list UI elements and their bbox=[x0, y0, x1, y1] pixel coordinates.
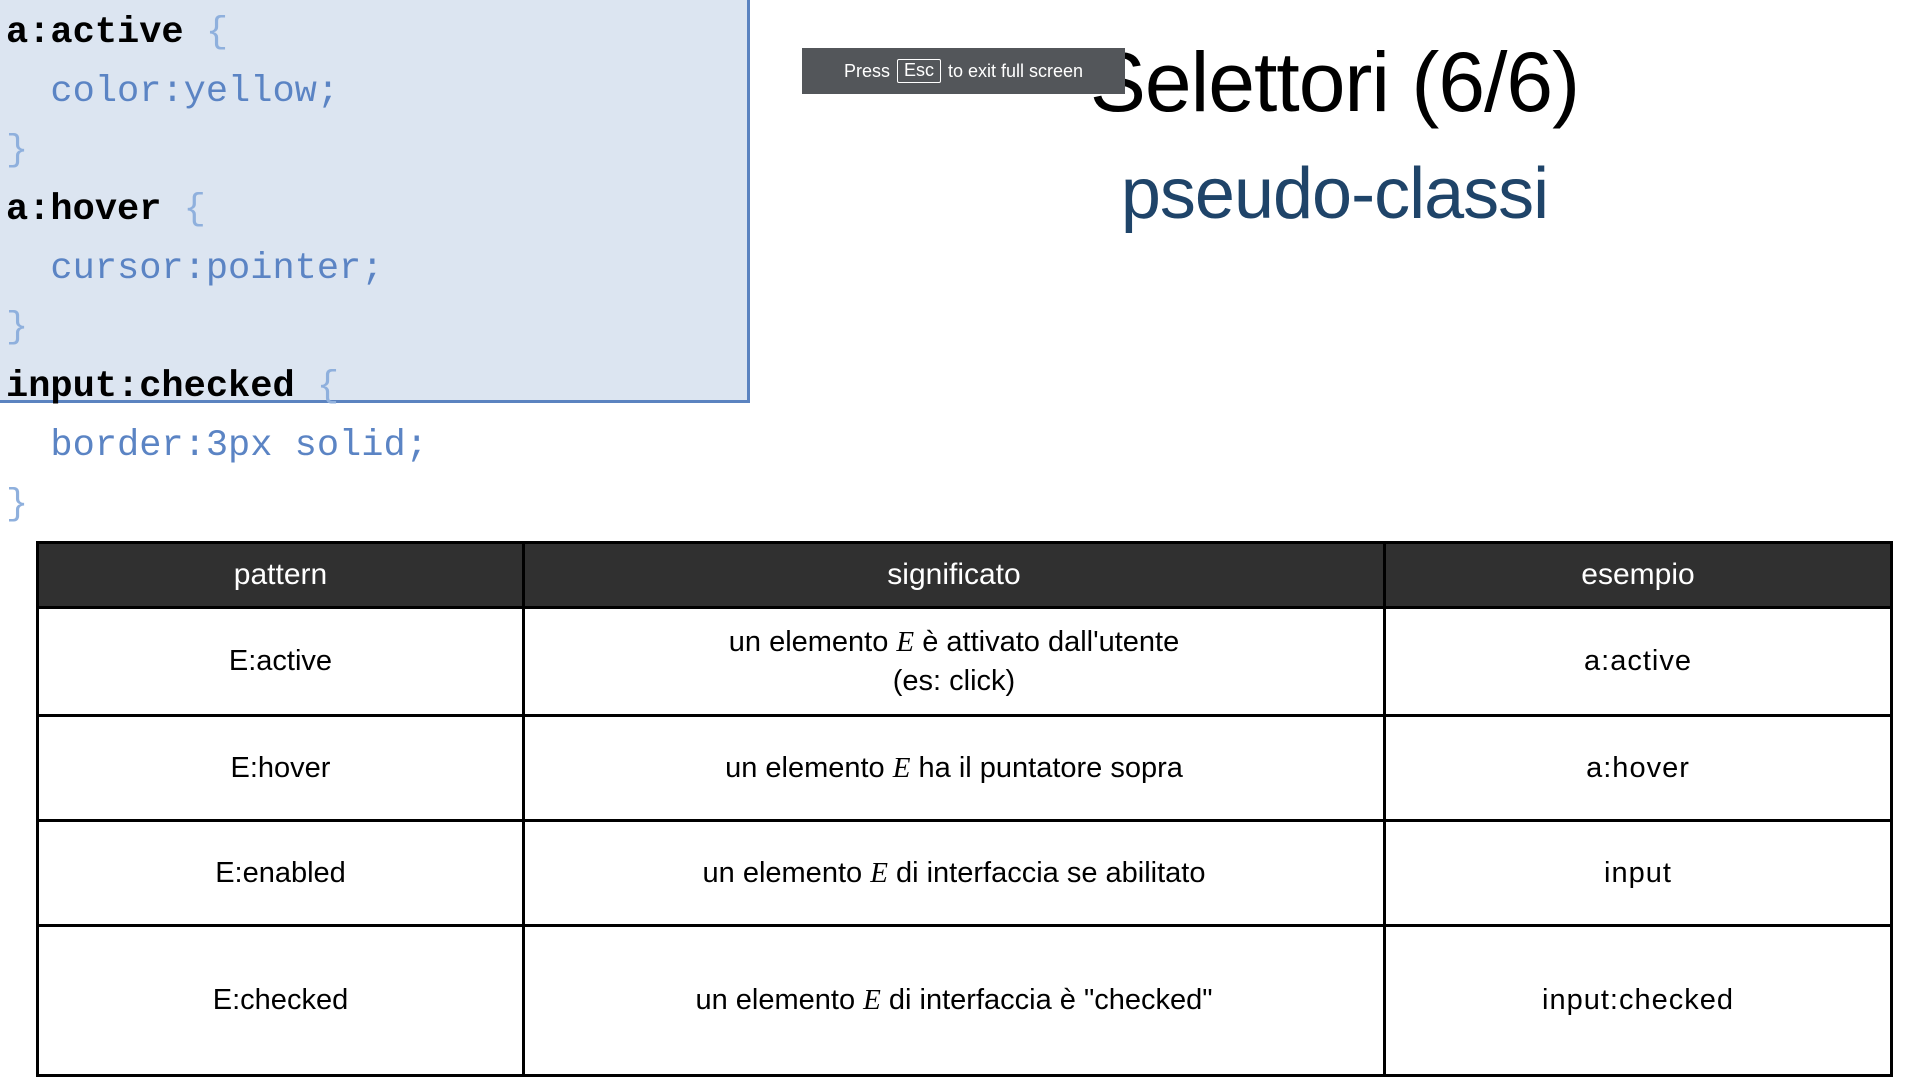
code-selector-hover: a:hover bbox=[6, 189, 162, 231]
column-header-esempio: esempio bbox=[1383, 541, 1893, 609]
table-row: E:checked un elemento E di interfaccia è… bbox=[36, 924, 1893, 1077]
significato-element-symbol: E bbox=[870, 856, 888, 889]
code-selector-active: a:active bbox=[6, 12, 184, 54]
code-brace-close-3: } bbox=[6, 484, 29, 526]
cell-esempio: a:hover bbox=[1383, 714, 1893, 822]
code-brace-open-2: { bbox=[183, 189, 206, 231]
table-row: E:active un elemento E è attivato dall'u… bbox=[36, 606, 1893, 717]
cell-significato: un elemento E di interfaccia se abilitat… bbox=[522, 819, 1386, 927]
fullscreen-hint-suffix: to exit full screen bbox=[947, 60, 1084, 81]
cell-significato: un elemento E è attivato dall'utente (es:… bbox=[522, 606, 1386, 717]
significato-post: è attivato dall'utente bbox=[914, 625, 1180, 658]
fullscreen-exit-hint: Press Esc to exit full screen bbox=[802, 48, 1125, 94]
code-property-border: border:3px solid; bbox=[50, 425, 428, 467]
significato-pre: un elemento bbox=[702, 856, 871, 889]
cell-esempio: input:checked bbox=[1383, 924, 1893, 1077]
cell-pattern: E:checked bbox=[36, 924, 525, 1077]
significato-post: di interfaccia è "checked" bbox=[880, 984, 1213, 1016]
code-brace-open-1: { bbox=[205, 12, 229, 54]
column-header-pattern: pattern bbox=[36, 541, 525, 609]
code-brace-close-2: } bbox=[6, 307, 29, 349]
table-header-row: pattern significato esempio bbox=[36, 541, 1893, 609]
cell-pattern: E:hover bbox=[36, 714, 525, 822]
cell-significato: un elemento E di interfaccia è "checked" bbox=[522, 924, 1386, 1077]
code-brace-close-1: } bbox=[6, 130, 29, 172]
code-property-color-yellow: color:yellow; bbox=[50, 71, 340, 113]
code-property-cursor-pointer: cursor:pointer; bbox=[50, 248, 384, 290]
code-brace-open-3: { bbox=[316, 366, 340, 408]
significato-pre: un elemento bbox=[725, 751, 893, 784]
significato-pre: un elemento bbox=[695, 984, 864, 1016]
significato-post: ha il puntatore sopra bbox=[910, 751, 1183, 784]
significato-second-line: (es: click) bbox=[892, 664, 1016, 697]
code-sample-area: a:active { color:yellow; } a:hover { cur… bbox=[0, 0, 760, 526]
significato-post: di interfaccia se abilitato bbox=[887, 856, 1206, 889]
significato-element-symbol: E bbox=[892, 751, 911, 784]
significato-pre: un elemento bbox=[728, 625, 897, 658]
cell-esempio: a:active bbox=[1383, 606, 1893, 717]
table-row: E:hover un elemento E ha il puntatore so… bbox=[36, 714, 1893, 822]
table-row: E:enabled un elemento E di interfaccia s… bbox=[36, 819, 1893, 927]
cell-esempio: input bbox=[1383, 819, 1893, 927]
css-code-block: a:active { color:yellow; } a:hover { cur… bbox=[0, 0, 428, 535]
significato-element-symbol: E bbox=[863, 984, 881, 1016]
fullscreen-hint-prefix: Press bbox=[843, 60, 890, 81]
significato-element-symbol: E bbox=[896, 625, 915, 658]
page-subtitle: pseudo-classi bbox=[1120, 154, 1549, 234]
cell-significato: un elemento E ha il puntatore sopra bbox=[522, 714, 1386, 822]
column-header-significato: significato bbox=[522, 541, 1386, 609]
cell-pattern: E:active bbox=[36, 606, 525, 717]
pseudo-classes-table: pattern significato esempio E:active un … bbox=[36, 541, 1893, 1077]
code-selector-checked: input:checked bbox=[6, 366, 295, 408]
cell-pattern: E:enabled bbox=[36, 819, 525, 927]
esc-key-badge: Esc bbox=[896, 59, 941, 83]
